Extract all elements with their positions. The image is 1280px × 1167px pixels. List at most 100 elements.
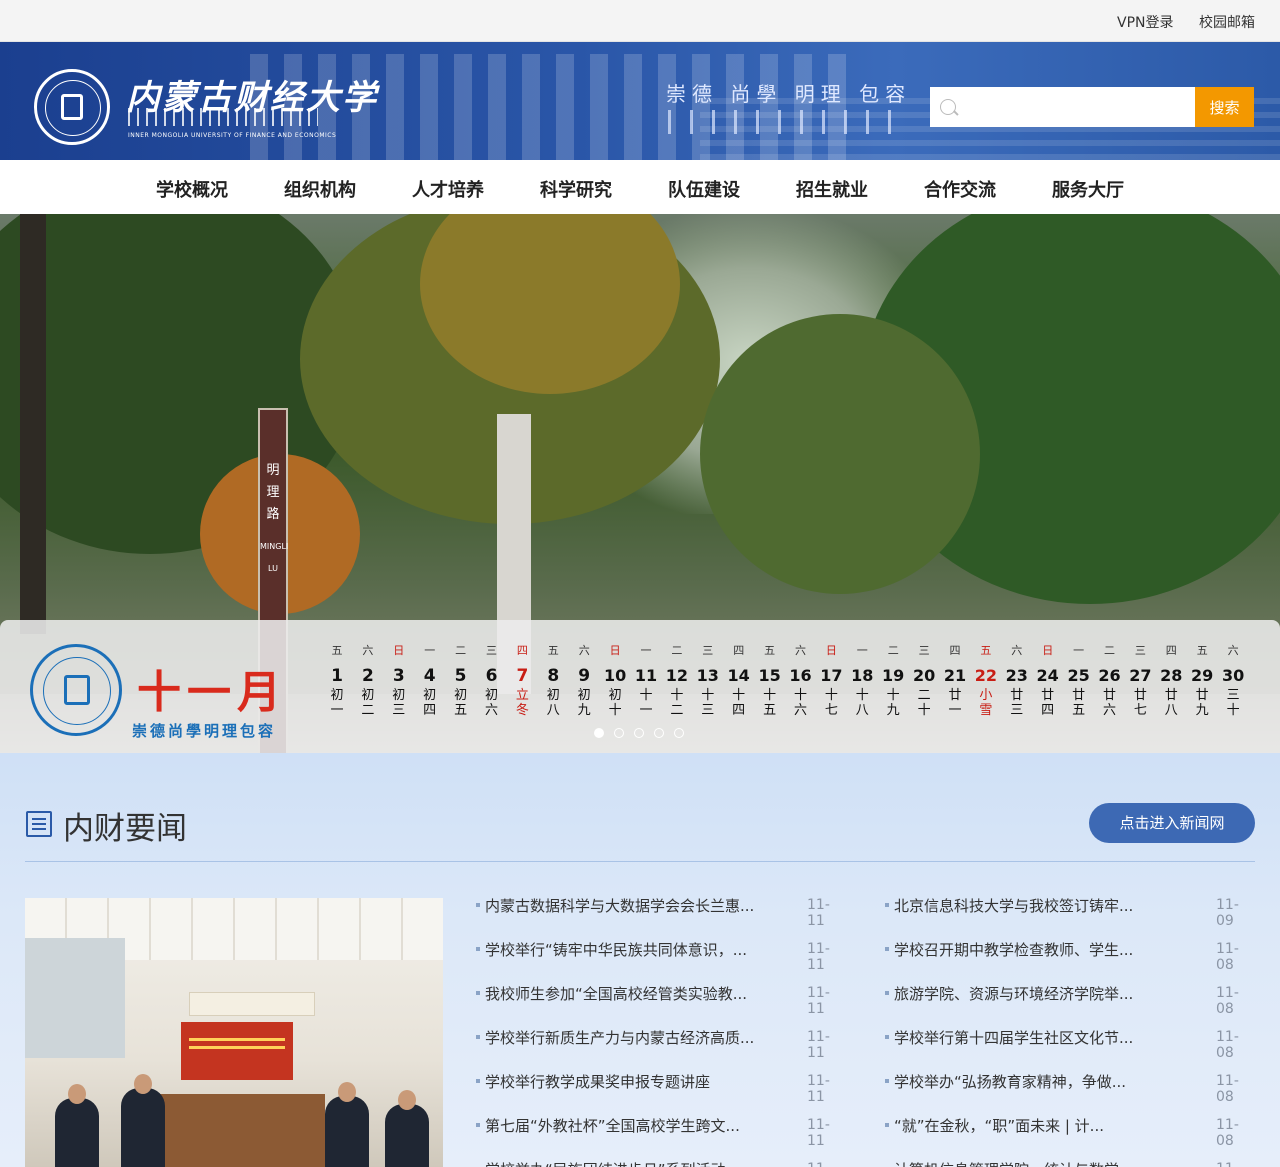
- calendar-weekday: 六: [578, 644, 590, 657]
- calendar-weekday: 三: [918, 644, 930, 657]
- nav-item-research[interactable]: 科学研究: [540, 176, 612, 202]
- news-title[interactable]: 我校师生参加“全国高校经管类实验教...: [485, 983, 796, 1004]
- news-title[interactable]: “就”在金秋，“职”面未来 | 计...: [894, 1115, 1205, 1136]
- news-list-item[interactable]: 我校师生参加“全国高校经管类实验教... 11-11: [476, 977, 847, 1017]
- calendar-weekday: 六: [1011, 644, 1023, 657]
- news-date: 11-11: [807, 985, 830, 1017]
- news-list-item[interactable]: 内蒙古数据科学与大数据学会会长兰惠... 11-11: [476, 889, 847, 929]
- news-title[interactable]: 学校举办“弘扬教育家精神，争做...: [894, 1071, 1205, 1092]
- news-list-item[interactable]: “就”在金秋，“职”面未来 | 计... 11-08: [885, 1109, 1256, 1149]
- university-seal-logo[interactable]: [34, 69, 110, 145]
- news-list-item[interactable]: 学校举办“弘扬教育家精神，争做... 11-08: [885, 1065, 1256, 1105]
- nav-item-organization[interactable]: 组织机构: [284, 176, 356, 202]
- carousel-dot[interactable]: [614, 728, 624, 738]
- news-title[interactable]: 学校举行教学成果奖申报专题讲座: [485, 1071, 796, 1092]
- calendar-date: 22: [974, 666, 998, 685]
- calendar-lunar-char: 六: [793, 703, 807, 718]
- nav-item-admissions[interactable]: 招生就业: [796, 176, 868, 202]
- calendar-date: 17: [820, 666, 843, 685]
- news-title[interactable]: 学校举行“铸牢中华民族共同体意识，...: [485, 939, 796, 960]
- calendar-lunar-char: 三: [392, 703, 406, 718]
- news-date: 11-11: [807, 1117, 830, 1149]
- calendar-lunar-char: 廿: [1133, 688, 1147, 703]
- news-list-item[interactable]: 旅游学院、资源与环境经济学院举... 11-08: [885, 977, 1256, 1017]
- calendar-lunar-char: 初: [423, 688, 437, 703]
- search-input[interactable]: [964, 87, 1190, 127]
- news-list-item[interactable]: 学校举行新质生产力与内蒙古经济高质... 11-11: [476, 1021, 847, 1061]
- carousel-dot[interactable]: [654, 728, 664, 738]
- calendar-date: 25: [1067, 666, 1090, 685]
- calendar-lunar-char: 初: [484, 688, 498, 703]
- calendar-day: 三 13 十三: [694, 644, 722, 718]
- news-list-item[interactable]: 学校举办“民族团结进步月”系列活动... 11-11: [476, 1153, 847, 1167]
- calendar-lunar-char: 十: [793, 688, 807, 703]
- news-title[interactable]: 旅游学院、资源与环境经济学院举...: [894, 983, 1205, 1004]
- search-icon: [940, 99, 956, 115]
- calendar-lunar-char: 五: [1072, 703, 1086, 718]
- news-date: 11-08: [1216, 1073, 1239, 1105]
- calendar-weekday: 二: [455, 644, 467, 657]
- calendar-date: 6: [485, 666, 498, 686]
- news-list-item[interactable]: 学校举行第十四届学生社区文化节... 11-08: [885, 1021, 1256, 1061]
- calendar-lunar-char: 廿: [1041, 688, 1055, 703]
- calendar-weekday: 五: [547, 644, 559, 657]
- news-list-item[interactable]: 第七届“外教社杯”全国高校学生跨文... 11-11: [476, 1109, 847, 1149]
- calendar-weekday: 五: [1196, 644, 1208, 657]
- news-more-button[interactable]: 点击进入新闻网: [1089, 803, 1255, 843]
- news-title[interactable]: 学校召开期中教学检查教师、学生...: [894, 939, 1205, 960]
- news-list-item[interactable]: 北京信息科技大学与我校签订铸牢... 11-09: [885, 889, 1256, 929]
- search-button[interactable]: 搜索: [1195, 87, 1254, 127]
- calendar-lunar-char: 九: [1195, 703, 1209, 718]
- calendar-lunar-char: 廿: [1010, 688, 1024, 703]
- calendar-day: 二 5 初五: [447, 644, 475, 718]
- nav-item-faculty[interactable]: 队伍建设: [668, 176, 740, 202]
- bullet-icon: [476, 1035, 480, 1039]
- news-featured-photo[interactable]: [25, 898, 443, 1167]
- carousel-dot[interactable]: [674, 728, 684, 738]
- site-header: 内蒙古财经大学 INNER MONGOLIA UNIVERSITY OF FIN…: [0, 42, 1280, 160]
- news-title[interactable]: 北京信息科技大学与我校签订铸牢...: [894, 895, 1205, 916]
- calendar-lunar-char: 初: [330, 688, 344, 703]
- calendar-day: 一 11 十一: [632, 644, 660, 718]
- carousel-dot[interactable]: [594, 728, 604, 738]
- calendar-weekday: 日: [609, 644, 621, 657]
- news-list-item[interactable]: 学校召开期中教学检查教师、学生... 11-08: [885, 933, 1256, 973]
- news-title[interactable]: 计算机信息管理学院、统计与数学...: [894, 1159, 1205, 1167]
- calendar-weekday: 一: [640, 644, 652, 657]
- bullet-icon: [476, 903, 480, 907]
- news-title[interactable]: 学校举办“民族团结进步月”系列活动...: [485, 1159, 796, 1167]
- calendar-lunar-char: 三: [701, 703, 715, 718]
- carousel-dot[interactable]: [634, 728, 644, 738]
- calendar-date: 24: [1036, 666, 1059, 685]
- nav-item-cooperation[interactable]: 合作交流: [924, 176, 996, 202]
- calendar-day: 四 21 廿一: [941, 644, 969, 718]
- news-list-item[interactable]: 学校举行“铸牢中华民族共同体意识，... 11-11: [476, 933, 847, 973]
- calendar-lunar-char: 八: [546, 703, 560, 718]
- bullet-icon: [885, 1079, 889, 1083]
- calendar-date: 28: [1160, 666, 1183, 685]
- calendar-date: 29: [1191, 666, 1214, 685]
- news-list-item[interactable]: 学校举行教学成果奖申报专题讲座 11-11: [476, 1065, 847, 1105]
- calendar-lunar-char: 二: [670, 703, 684, 718]
- nav-item-about[interactable]: 学校概况: [156, 176, 228, 202]
- calendar-weekday: 日: [393, 644, 405, 657]
- calendar-date: 8: [547, 666, 560, 686]
- news-list-item[interactable]: 计算机信息管理学院、统计与数学... 11-08: [885, 1153, 1256, 1167]
- news-title[interactable]: 学校举行新质生产力与内蒙古经济高质...: [485, 1027, 796, 1048]
- news-date: 11-08: [1216, 941, 1239, 973]
- nav-item-services[interactable]: 服务大厅: [1052, 176, 1124, 202]
- nav-item-education[interactable]: 人才培养: [412, 176, 484, 202]
- campus-mail-link[interactable]: 校园邮箱: [1199, 12, 1255, 32]
- calendar-lunar-char: 初: [361, 688, 375, 703]
- news-title[interactable]: 第七届“外教社杯”全国高校学生跨文...: [485, 1115, 796, 1136]
- bullet-icon: [885, 903, 889, 907]
- calendar-lunar-char: 六: [1102, 703, 1116, 718]
- search-bar: 搜索: [930, 87, 1254, 127]
- vpn-login-link[interactable]: VPN登录: [1117, 12, 1174, 32]
- calendar-weekday: 五: [764, 644, 776, 657]
- news-title[interactable]: 内蒙古数据科学与大数据学会会长兰惠...: [485, 895, 796, 916]
- calendar-weekday: 二: [1104, 644, 1115, 657]
- news-date: 11-08: [1216, 985, 1239, 1017]
- news-title[interactable]: 学校举行第十四届学生社区文化节...: [894, 1027, 1205, 1048]
- calendar-date: 10: [603, 666, 627, 685]
